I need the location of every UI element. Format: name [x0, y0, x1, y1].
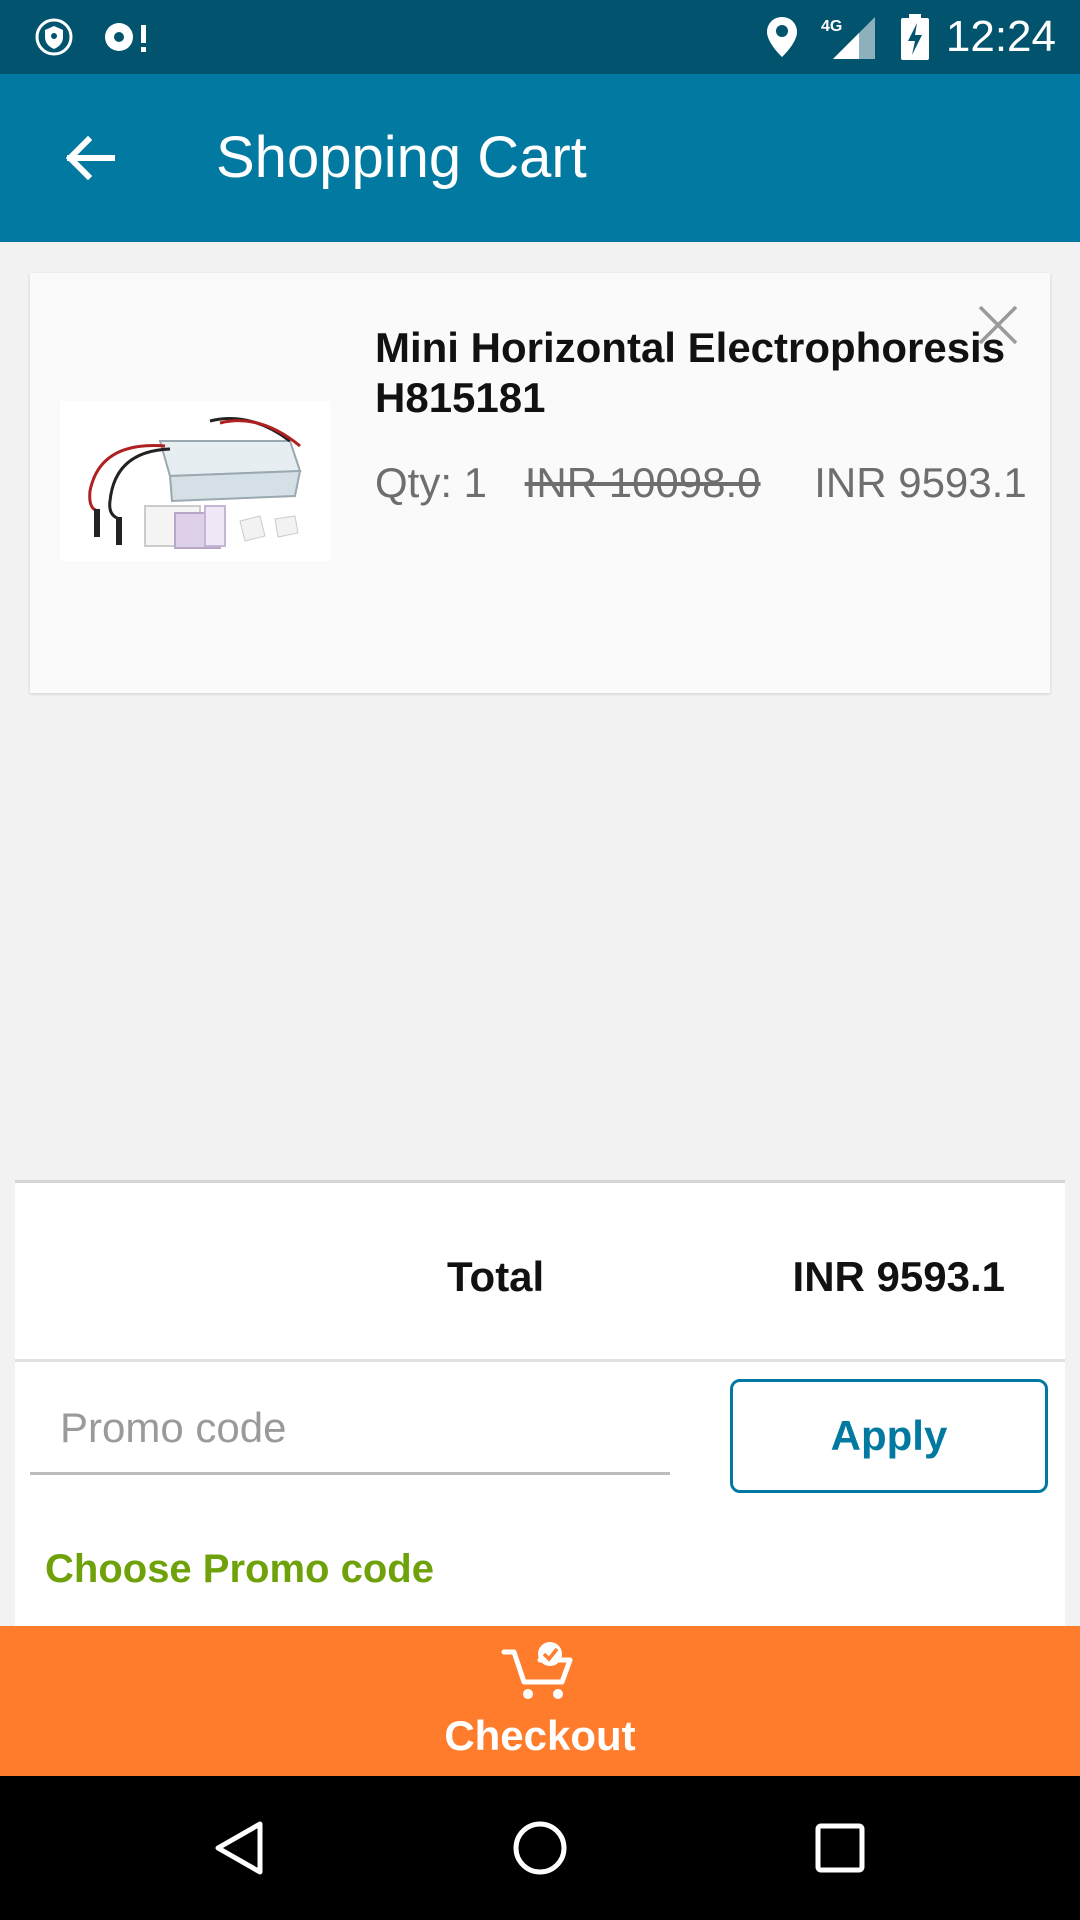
nav-recents-button[interactable] [790, 1798, 890, 1898]
app-bar: Shopping Cart [0, 74, 1080, 242]
original-price: INR 10098.0 [524, 459, 761, 506]
status-time: 12:24 [945, 12, 1056, 61]
checkout-button[interactable]: Checkout [0, 1626, 1080, 1776]
nav-home-button[interactable] [490, 1798, 590, 1898]
back-button[interactable] [40, 108, 140, 208]
battery-charging-icon [898, 0, 932, 74]
network-type-label: 4G [821, 18, 842, 35]
product-image[interactable] [60, 401, 330, 561]
status-bar: 4G 12:24 [0, 0, 1080, 74]
order-summary: Total INR 9593.1 Apply Choose Promo code [15, 1180, 1065, 1626]
recents-square-icon [815, 1823, 865, 1873]
choose-promo-link[interactable]: Choose Promo code [45, 1547, 434, 1592]
total-label: Total [447, 1253, 545, 1300]
total-value: INR 9593.1 [792, 1253, 1005, 1300]
cart-check-icon [501, 1642, 573, 1699]
shield-icon [30, 0, 78, 74]
sync-alert-icon [100, 0, 154, 74]
divider [15, 1359, 1065, 1362]
apply-button[interactable]: Apply [730, 1379, 1048, 1493]
checkout-label: Checkout [444, 1712, 636, 1759]
back-triangle-icon [215, 1821, 263, 1875]
discounted-price: INR 9593.1 [814, 459, 1027, 506]
cart-item-card[interactable]: Mini Horizontal Electrophoresis H815181 … [30, 273, 1050, 693]
product-name[interactable]: Mini Horizontal Electrophoresis H815181 [375, 323, 1015, 423]
home-circle-icon [513, 1821, 567, 1875]
promo-code-input[interactable] [30, 1383, 670, 1475]
location-icon [762, 0, 802, 74]
nav-back-button[interactable] [190, 1798, 290, 1898]
system-nav-bar [0, 1776, 1080, 1920]
signal-icon: 4G [818, 0, 878, 74]
page-title: Shopping Cart [216, 125, 587, 190]
arrow-back-icon [65, 135, 115, 181]
price-row: Qty: 1 INR 10098.0 INR 9593.1 [375, 459, 1027, 507]
item-quantity: Qty: 1 [375, 459, 488, 506]
